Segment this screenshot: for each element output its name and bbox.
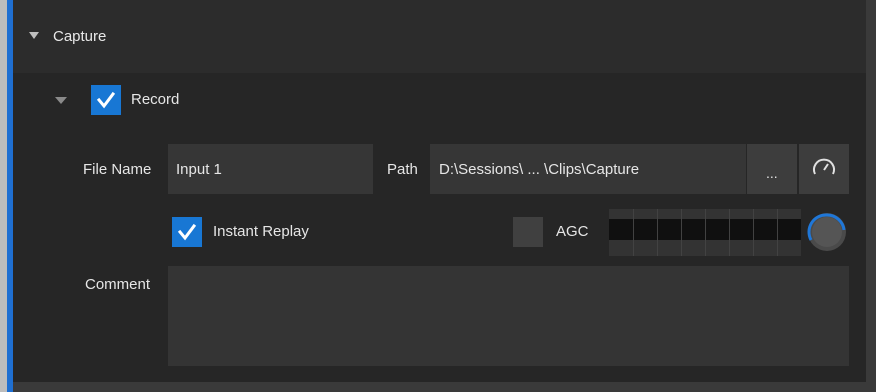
instant-replay-checkbox[interactable]	[172, 217, 202, 247]
file-name-input[interactable]: Input 1	[168, 144, 373, 194]
collapse-arrow-icon[interactable]	[29, 32, 39, 39]
window-edge-right	[866, 0, 876, 392]
record-checkbox[interactable]	[91, 85, 121, 115]
capture-section-header[interactable]: Capture	[13, 0, 866, 74]
agc-checkbox[interactable]	[513, 217, 543, 247]
file-name-value: Input 1	[176, 161, 222, 178]
agc-label: AGC	[556, 223, 589, 240]
capture-speed-button[interactable]	[799, 144, 849, 194]
checkmark-icon	[96, 91, 116, 109]
audio-level-meter	[609, 209, 801, 256]
section-title: Capture	[53, 28, 107, 45]
record-label: Record	[131, 91, 180, 108]
browse-path-button[interactable]: ...	[747, 144, 797, 194]
browse-label: ...	[766, 165, 778, 181]
capture-panel: Record File Name Input 1 Path D:\Session…	[13, 73, 866, 382]
checkmark-icon	[177, 223, 197, 241]
path-value: D:\Sessions\ ... \Clips\Capture	[439, 161, 640, 178]
file-name-label: File Name	[83, 161, 152, 178]
speedometer-icon	[813, 158, 835, 175]
volume-knob[interactable]	[805, 210, 849, 254]
path-label: Path	[387, 161, 418, 178]
window-edge-bottom	[13, 382, 866, 392]
comment-textarea[interactable]	[168, 266, 849, 366]
instant-replay-label: Instant Replay	[213, 223, 309, 240]
volume-knob-icon	[807, 213, 846, 251]
window-edge	[0, 0, 7, 392]
record-collapse-arrow-icon[interactable]	[55, 97, 67, 104]
comment-label: Comment	[85, 276, 151, 293]
path-input[interactable]: D:\Sessions\ ... \Clips\Capture	[430, 144, 746, 194]
